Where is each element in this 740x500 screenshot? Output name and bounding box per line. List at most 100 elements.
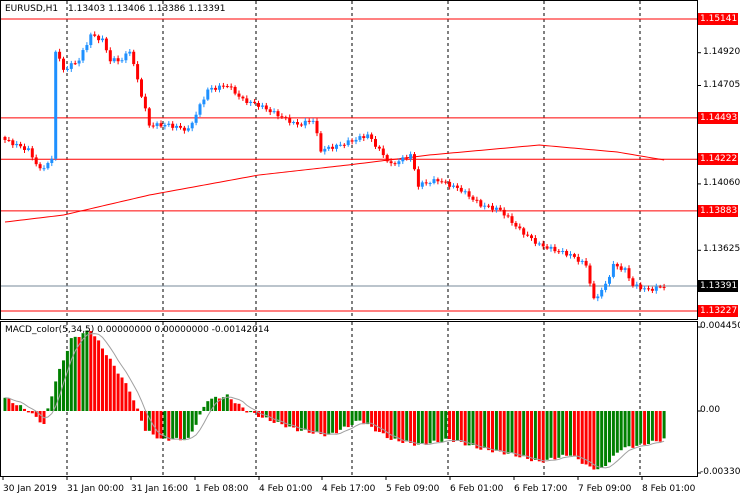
bear-candle [436,179,440,182]
bear-candle [514,222,518,227]
bear-candle [448,181,452,187]
bear-candle [241,96,245,99]
macd-histogram-bar [128,391,132,411]
macd-histogram-bar [233,403,237,411]
macd-histogram-bar [190,411,194,432]
macd-histogram-bar [401,411,405,443]
y-tick-label: 1.13625 [703,244,740,255]
y-tick-label: 1.14920 [703,46,740,57]
bear-candle [264,105,268,110]
bull-candle [85,45,89,51]
macd-histogram-bar [557,411,561,458]
bear-candle [307,120,311,122]
macd-histogram-bar [405,411,409,442]
bull-candle [198,104,202,115]
bear-candle [592,283,596,299]
bear-candle [108,50,112,62]
bear-candle [73,63,77,65]
bear-candle [104,38,108,51]
x-tick-label: 6 Feb 01:00 [450,484,504,494]
bear-candle [639,284,643,290]
macd-histogram-bar [15,405,19,411]
macd-histogram-bar [179,411,182,441]
macd-histogram-bar [338,411,342,430]
bear-candle [237,93,241,97]
bear-candle [377,146,381,149]
bear-candle [171,123,175,128]
macd-histogram-bar [416,411,420,445]
macd-histogram-bar [140,411,143,421]
y-tick-label: 1.14705 [703,79,740,90]
current-price-tag: 1.13391 [698,279,738,292]
macd-histogram-bar [272,411,276,423]
bull-candle [643,288,647,290]
macd-histogram-bar [19,405,23,411]
macd-histogram-bar [530,411,533,462]
bear-candle [413,154,416,170]
bear-candle [38,164,42,169]
bear-candle [498,207,502,210]
x-tick-label: 31 Jan 00:00 [67,484,124,494]
macd-y-tick-label: -0.003306 [700,467,740,477]
macd-histogram-bar [202,406,206,411]
bull-candle [167,123,171,125]
macd-histogram-bar [241,407,245,411]
bull-candle [654,286,658,291]
bull-candle [494,207,498,210]
bear-candle [182,127,186,131]
macd-histogram-bar [526,411,530,459]
bull-candle [120,60,124,62]
bear-candle [19,143,23,147]
macd-histogram-bar [342,411,346,427]
macd-histogram-bar [650,411,654,441]
x-tick-label: 5 Feb 09:00 [386,484,440,494]
bear-candle [467,191,471,197]
macd-histogram-bar [611,411,615,456]
macd-histogram-bar [362,411,366,425]
bull-candle [190,122,194,129]
macd-histogram-bar [155,411,159,439]
macd-histogram-bar [385,411,389,439]
bear-candle [487,205,491,207]
bull-candle [338,144,342,146]
bull-candle [81,50,85,61]
bear-candle [455,185,459,188]
bull-candle [218,85,221,90]
macd-histogram-bar [7,398,11,411]
macd-histogram-bar [366,411,370,425]
bear-candle [522,228,526,235]
bear-candle [518,226,522,229]
bear-candle [288,117,292,123]
macd-histogram-bar [467,411,471,446]
bear-candle [179,125,182,128]
bear-candle [541,243,545,247]
macd-histogram-bar [245,411,249,413]
bear-candle [3,136,7,140]
macd-histogram-bar [65,350,69,411]
x-tick-label: 31 Jan 16:00 [131,484,188,494]
bear-candle [510,216,514,223]
macd-histogram-bar [69,338,73,411]
macd-histogram-bar [432,411,436,441]
bear-candle [30,148,34,158]
macd-histogram-bar [459,411,463,442]
bear-candle [97,35,101,41]
bear-candle [631,278,635,286]
bull-candle [77,60,81,64]
macd-histogram-bar [124,383,128,411]
macd-histogram-bar [186,411,190,438]
bear-candle [658,286,662,288]
bull-candle [69,63,73,69]
x-tick-label: 4 Feb 17:00 [322,484,376,494]
bear-candle [233,86,237,94]
bull-candle [635,284,639,286]
bear-candle [93,34,97,36]
macd-histogram-bar [30,411,34,414]
macd-histogram-bar [303,411,307,430]
macd-histogram-bar [452,411,455,442]
macd-histogram-bar [553,411,557,460]
bear-candle [475,199,479,201]
macd-histogram-bar [413,411,416,446]
bull-candle [42,168,46,170]
macd-histogram-bar [116,373,120,411]
